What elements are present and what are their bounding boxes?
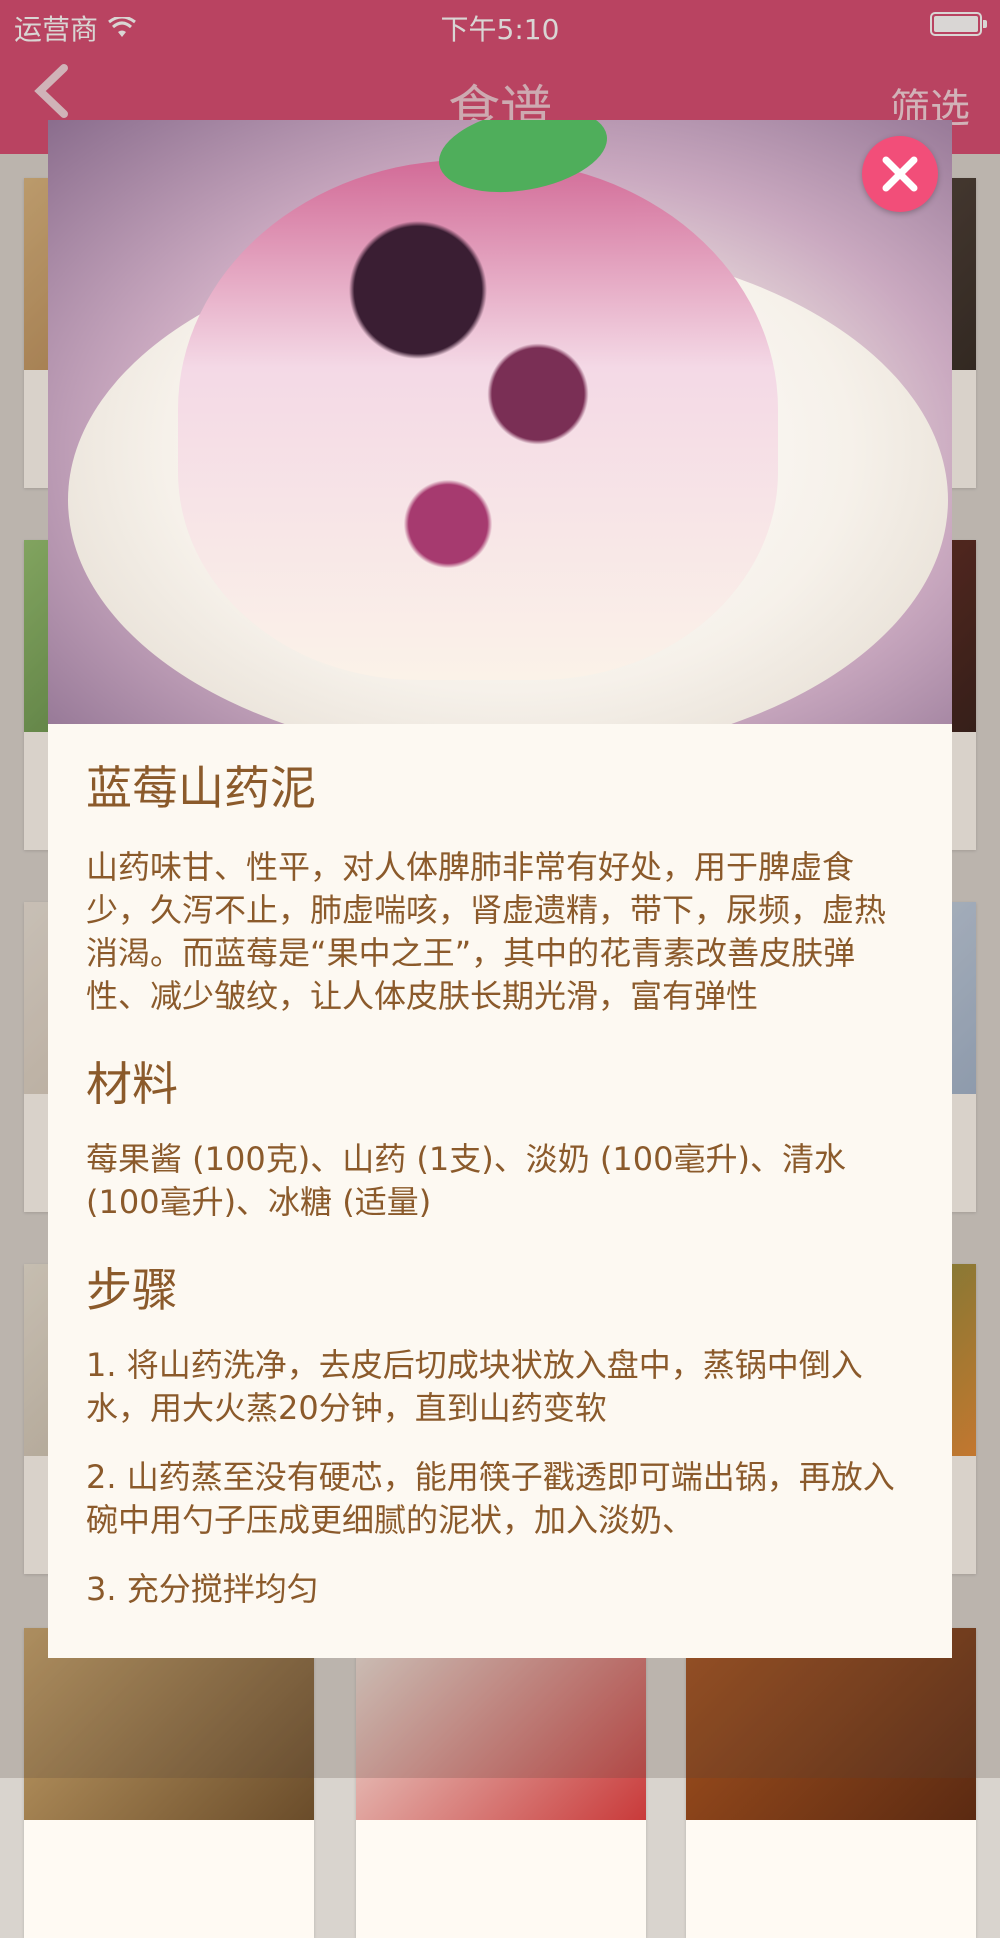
steps-heading: 步骤 — [86, 1263, 178, 1317]
recipe-photo — [48, 120, 952, 724]
recipe-description: 山药味甘、性平，对人体脾肺非常有好处，用于脾虚食少，久泻不止，肺虚喘咳，肾虚遗精… — [86, 848, 887, 1015]
dessert-shape — [178, 160, 778, 680]
step-item: 2. 山药蒸至没有硬芯，能用筷子戳透即可端出锅，再放入碗中用勺子压成更细腻的泥状… — [86, 1458, 895, 1539]
materials-text: 莓果酱 (100克)、山药 (1支)、淡奶 (100毫升)、清水 (100毫升)… — [86, 1140, 846, 1221]
recipe-title: 蓝莓山药泥 — [86, 761, 316, 815]
materials-heading: 材料 — [86, 1057, 178, 1111]
step-item: 1. 将山药洗净，去皮后切成块状放入盘中，蒸锅中倒入水，用大火蒸20分钟，直到山… — [86, 1346, 863, 1427]
close-button[interactable] — [862, 136, 938, 212]
recipe-content: 蓝莓山药泥 山药味甘、性平，对人体脾肺非常有好处，用于脾虚食少，久泻不止，肺虚喘… — [48, 724, 952, 1611]
recipe-detail-modal: 蓝莓山药泥 山药味甘、性平，对人体脾肺非常有好处，用于脾虚食少，久泻不止，肺虚喘… — [48, 120, 952, 1658]
step-item: 3. 充分搅拌均匀 — [86, 1570, 319, 1608]
close-icon — [882, 156, 918, 192]
